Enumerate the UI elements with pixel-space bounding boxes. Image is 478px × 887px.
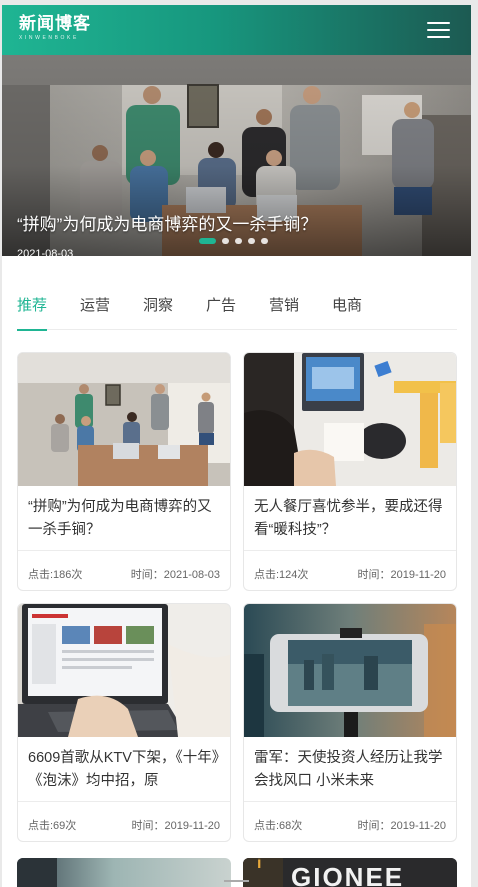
tab-advertising[interactable]: 广告	[206, 295, 236, 330]
site-logo[interactable]: 新闻博客 XINWENBOKE	[19, 13, 91, 42]
view-count: 点击:68次	[254, 820, 303, 832]
svg-text:i: i	[257, 858, 261, 872]
article-thumbnail	[17, 858, 231, 887]
article-thumbnail	[244, 353, 456, 486]
logo-chinese: 新闻博客	[19, 14, 91, 34]
view-count: 点击:124次	[254, 569, 309, 581]
publish-time: 时间：2021-08-03	[130, 569, 220, 581]
article-title[interactable]: 无人餐厅喜忧参半，要成还得看“暖科技”？	[254, 496, 450, 542]
tab-ecommerce[interactable]: 电商	[332, 295, 362, 330]
category-tabs: 推荐 运营 洞察 广告 营销 电商	[17, 295, 457, 331]
article-thumbnail: i GIONEE	[243, 858, 457, 887]
home-indicator	[224, 880, 249, 882]
article-thumbnail	[18, 353, 230, 486]
carousel-dot-3[interactable]	[235, 238, 242, 244]
article-title[interactable]: “拼购”为何成为电商博弈的又一杀手锏？	[28, 496, 224, 542]
article-thumbnail	[244, 604, 456, 737]
divider	[244, 801, 456, 802]
banner-carousel[interactable]: “拼购”为何成为电商博弈的又一杀手锏？ 2021-08-03	[2, 55, 471, 256]
top-header: 新闻博客 XINWENBOKE	[2, 5, 471, 55]
article-card[interactable]: “拼购”为何成为电商博弈的又一杀手锏？ 点击:186次 时间：2021-08-0…	[17, 352, 231, 591]
hamburger-menu-icon[interactable]	[427, 22, 450, 39]
logo-english: XINWENBOKE	[19, 35, 79, 41]
divider	[18, 801, 230, 802]
banner-title[interactable]: “拼购”为何成为电商博弈的又一杀手锏？	[17, 210, 317, 235]
publish-time: 时间：2019-11-20	[131, 820, 220, 832]
article-card-partial[interactable]	[17, 858, 231, 887]
divider	[18, 550, 230, 551]
divider	[244, 550, 456, 551]
tab-insight[interactable]: 洞察	[143, 295, 173, 330]
article-thumbnail	[18, 604, 230, 737]
gionee-sign: GIONEE	[291, 862, 404, 887]
article-title[interactable]: 6609首歌从KTV下架，《十年》《泡沫》均中招，原	[28, 747, 224, 793]
phone-page: 新闻博客 XINWENBOKE “拼购”为何成为电商博弈的又一杀手锏？ 2021…	[2, 5, 471, 887]
article-title[interactable]: 雷军：天使投资人经历让我学会找风口 小米未来	[254, 747, 450, 793]
article-card[interactable]: 雷军：天使投资人经历让我学会找风口 小米未来 点击:68次 时间：2019-11…	[243, 603, 457, 842]
publish-time: 时间：2019-11-20	[357, 820, 446, 832]
banner-date: 2021-08-03	[17, 248, 74, 256]
carousel-indicators	[199, 238, 274, 244]
carousel-dot-5[interactable]	[261, 238, 268, 244]
carousel-dot-4[interactable]	[248, 238, 255, 244]
view-count: 点击:69次	[28, 820, 77, 832]
article-card[interactable]: 无人餐厅喜忧参半，要成还得看“暖科技”？ 点击:124次 时间：2019-11-…	[243, 352, 457, 591]
publish-time: 时间：2019-11-20	[357, 569, 446, 581]
view-count: 点击:186次	[28, 569, 83, 581]
tab-operations[interactable]: 运营	[80, 295, 110, 330]
article-card-partial[interactable]: i GIONEE	[243, 858, 457, 887]
tab-marketing[interactable]: 营销	[269, 295, 299, 330]
tab-recommend[interactable]: 推荐	[17, 295, 48, 331]
article-card[interactable]: 6609首歌从KTV下架，《十年》《泡沫》均中招，原 点击:69次 时间：201…	[17, 603, 231, 842]
carousel-dot-1[interactable]	[199, 238, 216, 244]
carousel-dot-2[interactable]	[222, 238, 229, 244]
